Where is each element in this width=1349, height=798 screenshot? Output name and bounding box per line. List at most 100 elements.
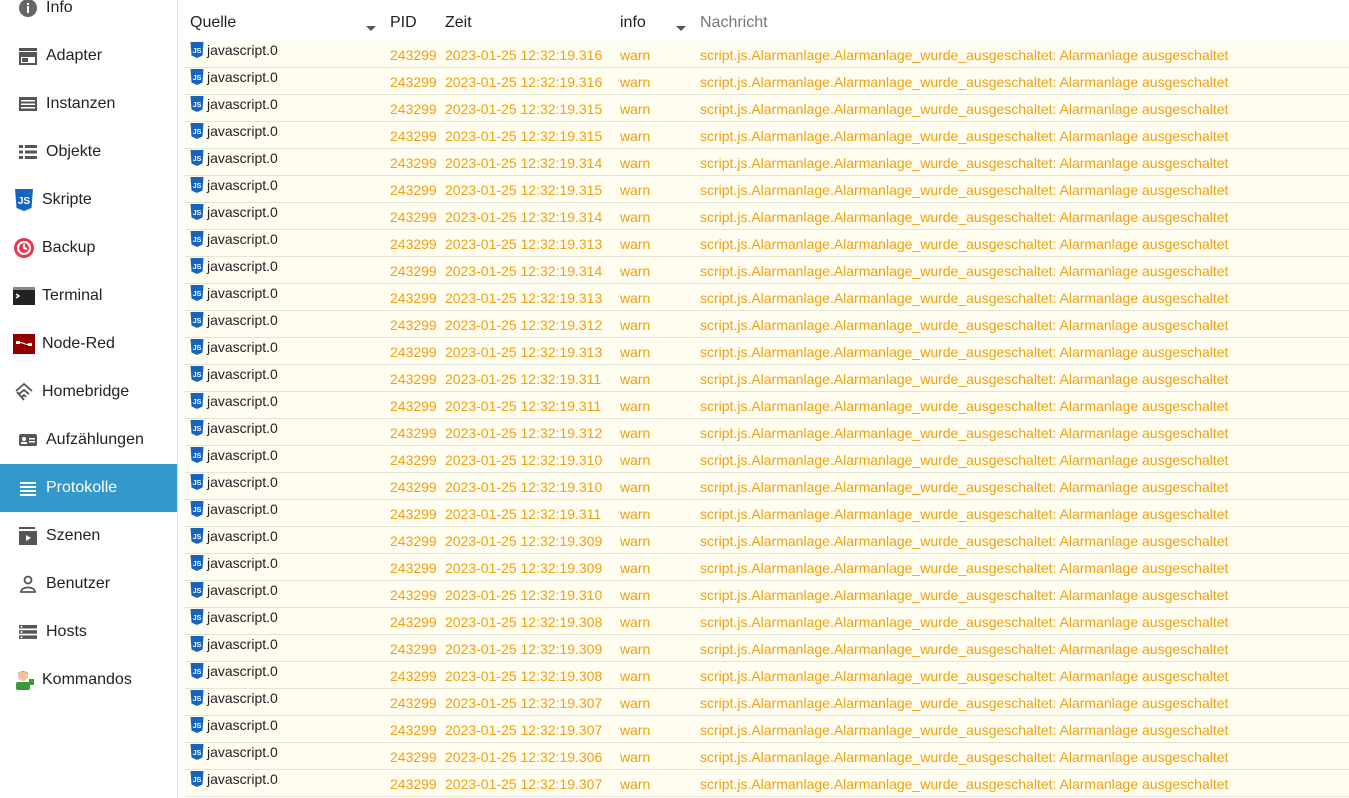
log-panel: Quelle PID Zeit info Nachricht JS javascr… <box>185 0 1349 798</box>
log-pid: 243299 <box>390 668 437 684</box>
log-source: JS javascript.0 <box>190 96 278 112</box>
log-severity: warn <box>620 236 651 252</box>
source-filter-label: Quelle <box>190 14 237 31</box>
table-row: JS javascript.0 243299 2023-01-25 12:32:19.… <box>185 203 1349 230</box>
log-severity: warn <box>620 155 651 171</box>
log-source-label: javascript.0 <box>207 420 278 436</box>
sidebar-item-szenen[interactable]: Szenen <box>0 512 177 560</box>
sidebar-item-skripte[interactable]: JS Skripte <box>0 176 177 224</box>
log-message: script.js.Alarmanlage.Alarmanlage_wurde_… <box>700 479 1229 495</box>
log-message: script.js.Alarmanlage.Alarmanlage_wurde_… <box>700 209 1229 225</box>
javascript-icon: JS <box>12 188 36 212</box>
svg-text:JS: JS <box>193 615 202 622</box>
sidebar-item-benutzer[interactable]: Benutzer <box>0 560 177 608</box>
log-source-label: javascript.0 <box>207 555 278 571</box>
log-source-label: javascript.0 <box>207 177 278 193</box>
log-source: JS javascript.0 <box>190 528 278 544</box>
log-source: JS javascript.0 <box>190 582 278 598</box>
sidebar-item-homebridge[interactable]: Homebridge <box>0 368 177 416</box>
log-source: JS javascript.0 <box>190 258 278 274</box>
table-row: JS javascript.0 243299 2023-01-25 12:32:19.… <box>185 635 1349 662</box>
log-pid: 243299 <box>390 452 437 468</box>
javascript-icon: JS <box>190 123 204 139</box>
table-row: JS javascript.0 243299 2023-01-25 12:32:19.… <box>185 365 1349 392</box>
svg-text:JS: JS <box>193 291 202 298</box>
log-time: 2023-01-25 12:32:19.314 <box>445 209 603 225</box>
table-row: JS javascript.0 243299 2023-01-25 12:32:19.… <box>185 257 1349 284</box>
log-time: 2023-01-25 12:32:19.309 <box>445 533 603 549</box>
log-pid: 243299 <box>390 155 437 171</box>
sidebar-item-info[interactable]: Info <box>0 0 177 32</box>
sidebar-item-label: Aufzählungen <box>46 431 144 448</box>
log-time: 2023-01-25 12:32:19.308 <box>445 614 603 630</box>
sidebar-item-protokolle[interactable]: Protokolle <box>0 464 177 512</box>
log-source: JS javascript.0 <box>190 366 278 382</box>
user-icon <box>16 572 40 596</box>
sidebar-item-hosts[interactable]: Hosts <box>0 608 177 656</box>
table-row: JS javascript.0 243299 2023-01-25 12:32:19.… <box>185 581 1349 608</box>
log-source-label: javascript.0 <box>207 690 278 706</box>
svg-text:JS: JS <box>193 588 202 595</box>
sidebar-item-aufzaehlungen[interactable]: Aufzählungen <box>0 416 177 464</box>
log-table: JS javascript.0 243299 2023-01-25 12:32:19.… <box>185 41 1349 797</box>
info-icon <box>16 0 40 20</box>
log-icon <box>16 476 40 500</box>
log-time: 2023-01-25 12:32:19.312 <box>445 317 603 333</box>
log-source: JS javascript.0 <box>190 312 278 328</box>
log-message: script.js.Alarmanlage.Alarmanlage_wurde_… <box>700 452 1229 468</box>
sidebar-item-instanzen[interactable]: Instanzen <box>0 80 177 128</box>
javascript-icon: JS <box>190 339 204 355</box>
log-message: script.js.Alarmanlage.Alarmanlage_wurde_… <box>700 155 1229 171</box>
log-source: JS javascript.0 <box>190 501 278 517</box>
log-severity: warn <box>620 209 651 225</box>
log-source: JS javascript.0 <box>190 204 278 220</box>
sidebar-item-label: Homebridge <box>42 383 130 400</box>
log-time: 2023-01-25 12:32:19.316 <box>445 47 603 63</box>
log-severity: warn <box>620 263 651 279</box>
log-message: script.js.Alarmanlage.Alarmanlage_wurde_… <box>700 236 1229 252</box>
javascript-icon: JS <box>190 609 204 625</box>
javascript-icon: JS <box>190 474 204 490</box>
table-row: JS javascript.0 243299 2023-01-25 12:32:19.… <box>185 284 1349 311</box>
sidebar-item-adapter[interactable]: Adapter <box>0 32 177 80</box>
sidebar-item-node-red[interactable]: Node-Red <box>0 320 177 368</box>
log-severity: warn <box>620 668 651 684</box>
javascript-icon: JS <box>190 312 204 328</box>
list-icon <box>16 140 40 164</box>
log-time: 2023-01-25 12:32:19.311 <box>445 398 602 414</box>
javascript-icon: JS <box>190 285 204 301</box>
log-time: 2023-01-25 12:32:19.310 <box>445 452 603 468</box>
sidebar-item-label: Info <box>46 0 73 16</box>
table-row: JS javascript.0 243299 2023-01-25 12:32:19.… <box>185 500 1349 527</box>
javascript-icon: JS <box>190 717 204 733</box>
sidebar-item-terminal[interactable]: Terminal <box>0 272 177 320</box>
svg-text:JS: JS <box>193 237 202 244</box>
log-severity: warn <box>620 614 651 630</box>
log-source: JS javascript.0 <box>190 690 278 706</box>
sidebar-item-objekte[interactable]: Objekte <box>0 128 177 176</box>
log-source-label: javascript.0 <box>207 123 278 139</box>
log-message: script.js.Alarmanlage.Alarmanlage_wurde_… <box>700 668 1229 684</box>
log-severity: warn <box>620 425 651 441</box>
log-message: script.js.Alarmanlage.Alarmanlage_wurde_… <box>700 587 1229 603</box>
log-message: script.js.Alarmanlage.Alarmanlage_wurde_… <box>700 776 1229 792</box>
log-time: 2023-01-25 12:32:19.309 <box>445 560 603 576</box>
javascript-icon: JS <box>190 366 204 382</box>
log-message: script.js.Alarmanlage.Alarmanlage_wurde_… <box>700 344 1229 360</box>
table-row: JS javascript.0 243299 2023-01-25 12:32:19.… <box>185 716 1349 743</box>
log-pid: 243299 <box>390 560 437 576</box>
table-row: JS javascript.0 243299 2023-01-25 12:32:19.… <box>185 689 1349 716</box>
sidebar-item-label: Hosts <box>46 623 87 640</box>
svg-text:JS: JS <box>193 129 202 136</box>
log-source: JS javascript.0 <box>190 339 278 355</box>
log-time: 2023-01-25 12:32:19.314 <box>445 155 603 171</box>
sidebar-item-kommandos[interactable]: Kommandos <box>0 656 177 704</box>
svg-text:JS: JS <box>193 318 202 325</box>
log-source-label: javascript.0 <box>207 771 278 787</box>
log-severity: warn <box>620 695 651 711</box>
svg-text:JS: JS <box>193 534 202 541</box>
log-source-label: javascript.0 <box>207 258 278 274</box>
sidebar-item-backup[interactable]: Backup <box>0 224 177 272</box>
table-row: JS javascript.0 243299 2023-01-25 12:32:19.… <box>185 230 1349 257</box>
log-pid: 243299 <box>390 614 437 630</box>
